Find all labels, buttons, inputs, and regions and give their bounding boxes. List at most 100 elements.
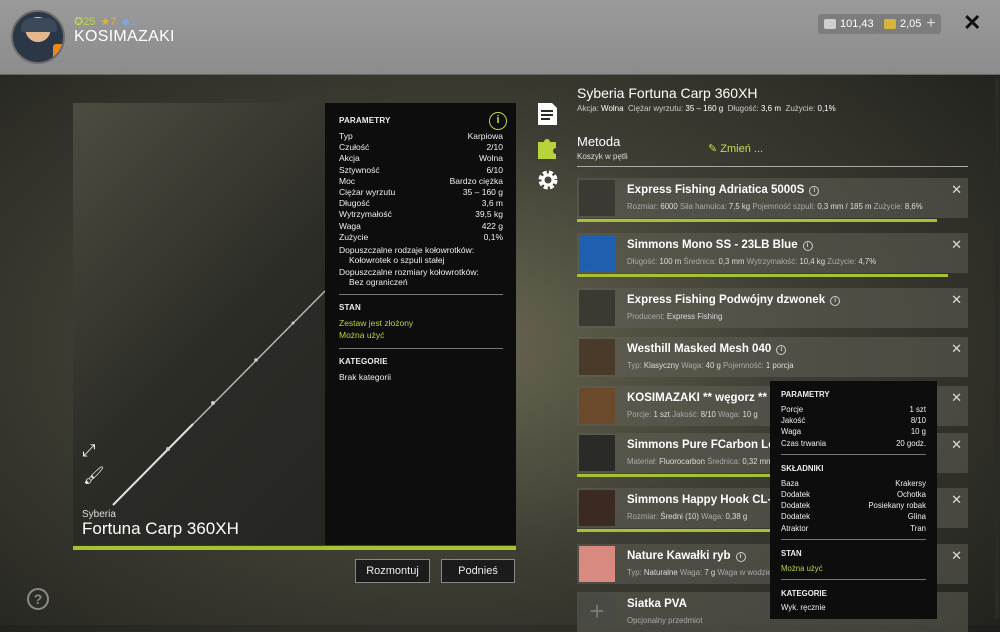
tackle-slot[interactable]: Express Fishing Podwójny dzwonek i Produce… — [577, 288, 968, 328]
item-details: Typ: Naturalne Waga: 7 g Waga w wodzie — [627, 568, 772, 577]
item-details: Opcjonalny przedmiot — [627, 616, 703, 625]
tip-ingredient-row: Dodatek Glina — [781, 512, 926, 522]
tip-ingredient-row: Dodatek Posiekany robak — [781, 501, 926, 511]
player-stats: ✪25 ★7 ◆1 — [74, 15, 136, 28]
remove-item-icon[interactable]: ✕ — [951, 292, 962, 308]
item-name: Nature Kawałki ryb i — [627, 550, 746, 562]
item-thumbnail — [579, 435, 615, 471]
document-icon[interactable] — [536, 102, 558, 125]
param-row: Typ Karpiowa — [339, 131, 503, 141]
gear-icon[interactable] — [536, 168, 558, 190]
remove-item-icon[interactable]: ✕ — [951, 437, 962, 453]
item-details: Rozmiar: Średni (10) Waga: 0,38 g — [627, 512, 748, 521]
state-heading: STAN — [339, 303, 361, 313]
tooltip-state: Można użyć — [781, 563, 823, 573]
remove-item-icon[interactable]: ✕ — [951, 237, 962, 253]
category-heading: KATEGORIE — [339, 357, 388, 367]
rod-condition-bar — [73, 546, 516, 550]
assembly-title: Syberia Fortuna Carp 360XH — [577, 85, 758, 101]
tackle-slot[interactable]: Express Fishing Adriatica 5000S i Rozmiar:… — [577, 178, 968, 222]
item-thumbnail — [579, 235, 615, 271]
change-method-button[interactable]: ✎ Zmień ... — [708, 142, 763, 155]
rod-name: Fortuna Carp 360XH — [82, 519, 239, 538]
item-name: Express Fishing Adriatica 5000S i — [627, 184, 820, 196]
item-name: Westhill Masked Mesh 040 i — [627, 343, 787, 355]
close-icon[interactable]: ✕ — [963, 10, 981, 36]
item-name: Express Fishing Podwójny dzwonek i — [627, 294, 841, 306]
gold-icon — [884, 19, 896, 29]
category-value: Brak kategorii — [339, 372, 391, 383]
tip-param-row: Czas trwania 20 godz. — [781, 438, 926, 448]
item-thumbnail — [579, 290, 615, 326]
item-details: Porcje: 1 szt Jakość: 8/10 Waga: 10 g — [627, 410, 758, 419]
item-name: KOSIMAZAKI ** węgorz **i — [627, 392, 782, 404]
param-row: Ciężar wyrzutu 35 – 160 g — [339, 187, 503, 198]
tip-ingredient-row: Baza Krakersy — [781, 478, 926, 488]
params-heading: PARAMETRY — [339, 116, 391, 125]
param-row: Waga 422 g — [339, 220, 503, 231]
item-details: Typ: Klasyczny Waga: 40 g Pojemność: 1 p… — [627, 361, 794, 370]
info-icon[interactable]: i — [735, 552, 746, 562]
reel-sizes: Dopuszczalne rozmiary kołowrotków: Bez o… — [339, 267, 479, 287]
item-thumbnail — [579, 490, 615, 526]
remove-item-icon[interactable]: ✕ — [951, 548, 962, 564]
help-icon[interactable]: ? — [27, 588, 49, 610]
item-details: Producent: Express Fishing — [627, 312, 723, 321]
state-assembled: Zestaw jest złożony — [339, 318, 414, 329]
param-row: Sztywność 6/10 — [339, 164, 503, 175]
username: KOSIMAZAKI — [74, 28, 175, 45]
puzzle-icon[interactable] — [536, 136, 558, 159]
remove-item-icon[interactable]: ✕ — [951, 182, 962, 198]
gold-currency: 2,05 — [878, 14, 928, 34]
param-row: Czułość 2/10 — [339, 142, 503, 153]
remove-item-icon[interactable]: ✕ — [951, 492, 962, 508]
top-bar: ✪25 ★7 ◆1 KOSIMAZAKI 101,43 2,05 + ✕ — [0, 0, 1000, 75]
item-thumbnail — [579, 546, 615, 582]
tooltip-category: Wyk. ręcznie — [781, 603, 826, 613]
rod-preview — [73, 103, 325, 545]
add-currency-button[interactable]: + — [921, 14, 941, 34]
info-icon[interactable]: i — [802, 241, 813, 251]
fullscreen-icon[interactable]: ⤢ — [82, 441, 102, 461]
item-name: Simmons Mono SS - 23LB Blue i — [627, 239, 813, 251]
item-details: Materiał: Fluorocarbon Średnica: 0,32 mm — [627, 457, 773, 466]
lift-button[interactable]: Podnieś — [441, 559, 515, 583]
scrollbar[interactable] — [995, 78, 999, 618]
tip-param-row: Waga 10 g — [781, 427, 926, 437]
item-condition-bar — [577, 274, 949, 277]
silver-currency: 101,43 — [818, 14, 880, 34]
brush-icon[interactable]: 🖌 — [83, 466, 105, 486]
info-icon[interactable]: i — [776, 345, 787, 355]
remove-item-icon[interactable]: ✕ — [951, 390, 962, 406]
method-label: Metoda — [577, 134, 621, 149]
item-thumbnail — [579, 180, 615, 216]
item-details: Długość: 100 m Średnica: 0,3 mm Wytrzyma… — [627, 257, 877, 266]
param-row: Wytrzymałość 39,5 kg — [339, 209, 503, 220]
info-icon[interactable]: i — [830, 296, 841, 306]
tip-param-row: Porcje 1 szt — [781, 405, 926, 414]
param-row: Długość 3,6 m — [339, 198, 503, 209]
param-row: Zużycie 0,1% — [339, 231, 503, 242]
level-stat: ✪25 — [74, 16, 96, 28]
tip-ingredient-row: Atraktor Tran — [781, 523, 926, 533]
silver-icon — [824, 19, 836, 29]
tackle-slot[interactable]: Westhill Masked Mesh 040 i Typ: Klasyczny … — [577, 337, 968, 377]
rod-image — [112, 290, 325, 506]
info-icon[interactable]: i — [489, 112, 507, 130]
dismantle-button[interactable]: Rozmontuj — [355, 559, 430, 583]
param-row: Akcja Wolna — [339, 153, 503, 164]
assembly-summary: Akcja: Wolna Ciężar wyrzutu: 35 – 160 g … — [577, 104, 836, 113]
info-icon[interactable]: i — [809, 186, 820, 196]
tackle-slot[interactable]: Simmons Mono SS - 23LB Blue i Długość: 100… — [577, 233, 968, 277]
item-thumbnail — [579, 388, 615, 424]
tip-ingredient-row: Dodatek Ochotka — [781, 490, 926, 500]
item-condition-bar — [577, 474, 773, 477]
avatar[interactable] — [11, 10, 65, 64]
method-value: Koszyk w pętli — [577, 152, 628, 161]
gems-stat: ◆1 — [121, 16, 137, 28]
remove-item-icon[interactable]: ✕ — [951, 341, 962, 357]
edit-icon: ✎ — [708, 143, 721, 155]
item-thumbnail — [579, 339, 615, 375]
param-row: Moc Bardzo ciężka — [339, 175, 503, 186]
stars-stat: ★7 — [100, 16, 117, 28]
